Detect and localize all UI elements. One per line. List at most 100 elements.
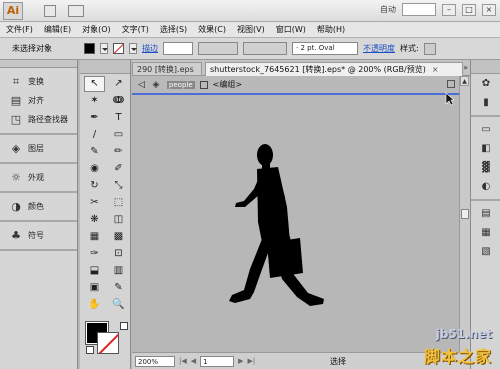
first-page-icon[interactable]: |◀ — [179, 357, 187, 365]
back-arrow-icon[interactable]: ◁ — [138, 80, 145, 90]
scissors-tool-icon[interactable]: ✂ — [84, 195, 105, 211]
artboards-icon[interactable]: ▦ — [471, 223, 500, 242]
magic-wand-tool-icon[interactable]: ✶ — [84, 93, 105, 109]
stroke-dropdown[interactable] — [129, 43, 137, 54]
isolation-exit-icon[interactable] — [447, 80, 455, 88]
stroke-link[interactable]: 描边 — [142, 43, 158, 54]
stroke-weight-field[interactable] — [163, 42, 193, 55]
perspective-tool-icon[interactable]: ⊡ — [108, 246, 129, 262]
eraser-tool-icon[interactable]: ✐ — [108, 161, 129, 177]
opacity-link[interactable]: 不透明度 — [363, 43, 395, 54]
direct-selection-tool-icon[interactable]: ↗ — [108, 76, 129, 92]
graph-tool-icon[interactable]: ▦ — [84, 229, 105, 245]
transparency-icon[interactable]: ◧ — [471, 139, 500, 158]
variable-width-profile[interactable] — [198, 42, 238, 55]
eyedropper-tool-icon[interactable]: ⬓ — [84, 263, 105, 279]
menu-object[interactable]: 对象(O) — [82, 24, 111, 35]
menu-help[interactable]: 帮助(H) — [317, 24, 345, 35]
arrange-documents-icon[interactable] — [68, 5, 84, 17]
panel-layers[interactable]: ◈ 图层 — [0, 139, 77, 158]
last-page-icon[interactable]: ▶| — [248, 357, 256, 365]
zoom-field[interactable]: 200% — [135, 355, 175, 367]
mesh-tool-icon[interactable]: ▩ — [108, 229, 129, 245]
shape-builder-tool-icon[interactable]: ◫ — [108, 212, 129, 228]
workspace-switcher[interactable]: 自动 — [380, 4, 396, 15]
stroke-color-box[interactable] — [97, 332, 119, 354]
rectangle-tool-icon[interactable]: ▭ — [108, 127, 129, 143]
slice-tool-icon[interactable]: ✎ — [108, 280, 129, 296]
maximize-button[interactable]: □ — [462, 3, 476, 16]
menu-type[interactable]: 文字(T) — [122, 24, 149, 35]
free-transform-tool-icon[interactable]: ⬚ — [108, 195, 129, 211]
help-search-input[interactable] — [402, 3, 436, 16]
next-page-icon[interactable]: ▶ — [238, 357, 243, 365]
walking-businessman-silhouette[interactable] — [132, 97, 459, 352]
default-colors-icon[interactable] — [86, 346, 94, 354]
line-segment-tool-icon[interactable]: / — [84, 127, 105, 143]
color-guide-icon[interactable]: ◐ — [471, 177, 500, 196]
panel-collapse-bar[interactable] — [0, 60, 77, 68]
scroll-thumb[interactable] — [461, 209, 469, 219]
zoom-tool-icon[interactable]: 🔍 — [108, 297, 129, 313]
menu-effect[interactable]: 效果(C) — [198, 24, 226, 35]
menu-window[interactable]: 窗口(W) — [276, 24, 306, 35]
vertical-scrollbar[interactable]: ▲ — [459, 76, 470, 352]
menu-bar: 文件(F) 编辑(E) 对象(O) 文字(T) 选择(S) 效果(C) 视图(V… — [0, 22, 500, 38]
fill-swatch[interactable] — [84, 43, 95, 54]
tab-doc-shutterstock[interactable]: shutterstock_7645621 [转换].eps* @ 200% (R… — [205, 62, 463, 76]
close-button[interactable]: × — [482, 3, 496, 16]
blend-tool-icon[interactable]: ▥ — [108, 263, 129, 279]
swap-colors-icon[interactable] — [120, 322, 128, 330]
paintbrush-tool-icon[interactable]: ✎ — [84, 144, 105, 160]
panel-color[interactable]: ◑ 颜色 — [0, 197, 77, 216]
gradient-icon[interactable]: ▓ — [471, 158, 500, 177]
isolation-layer-name[interactable]: people — [166, 80, 195, 89]
tabs-overflow-icon[interactable]: » — [463, 63, 468, 72]
hand-tool-icon[interactable]: ✋ — [84, 297, 105, 313]
stroke-panel-icon[interactable]: ▭ — [471, 120, 500, 139]
pen-tool-icon[interactable]: ✒ — [84, 110, 105, 126]
close-tab-icon[interactable]: × — [432, 65, 439, 74]
stroke-swatch[interactable] — [113, 43, 124, 54]
blob-brush-tool-icon[interactable]: ◉ — [84, 161, 105, 177]
pencil-tool-icon[interactable]: ✏ — [108, 144, 129, 160]
panel-align[interactable]: ▤ 对齐 — [0, 91, 77, 110]
fill-dropdown[interactable] — [100, 43, 108, 54]
isolation-group-name[interactable]: <编组> — [213, 79, 242, 90]
rotate-tool-icon[interactable]: ↻ — [84, 178, 105, 194]
menu-view[interactable]: 视图(V) — [237, 24, 265, 35]
tab-doc-290[interactable]: 290 [转换].eps — [132, 62, 202, 76]
docked-panels-right: ✿ ▮ ▭ ◧ ▓ ◐ ▤ ▦ ▧ — [470, 60, 500, 369]
minimize-button[interactable]: – — [442, 3, 456, 16]
symbol-sprayer-tool-icon[interactable]: ❋ — [84, 212, 105, 228]
panel-symbols[interactable]: ♣ 符号 — [0, 226, 77, 245]
menu-edit[interactable]: 编辑(E) — [44, 24, 71, 35]
menu-select[interactable]: 选择(S) — [160, 24, 187, 35]
prev-page-icon[interactable]: ◀ — [191, 357, 196, 365]
swatches-icon[interactable]: ▮ — [471, 93, 500, 112]
links-icon[interactable]: ▧ — [471, 242, 500, 261]
right-panel-header[interactable] — [471, 60, 500, 74]
color-icon: ◑ — [11, 199, 21, 213]
panel-pathfinder[interactable]: ◳ 路径查找器 — [0, 110, 77, 129]
lasso-tool-icon[interactable]: ↈ — [108, 93, 129, 109]
gradient-tool-icon[interactable]: ✑ — [84, 246, 105, 262]
page-field[interactable]: 1 — [200, 355, 235, 367]
stroke-profile-field[interactable]: · 2 pt. Oval — [292, 42, 358, 55]
artboard-tool-icon[interactable]: ▣ — [84, 280, 105, 296]
scroll-up-icon[interactable]: ▲ — [460, 76, 469, 86]
tools-panel-header[interactable] — [80, 60, 130, 74]
selection-tool-icon[interactable]: ↖ — [84, 76, 105, 92]
type-tool-icon[interactable]: T — [108, 110, 129, 126]
menu-file[interactable]: 文件(F) — [6, 24, 33, 35]
bridge-icon[interactable] — [44, 5, 56, 17]
brushes-icon[interactable]: ✿ — [471, 74, 500, 93]
panel-transform[interactable]: ⌗ 变换 — [0, 72, 77, 91]
graphic-style-icon[interactable] — [423, 42, 436, 55]
panel-appearance[interactable]: ☼ 外观 — [0, 168, 77, 187]
artboard-canvas[interactable] — [132, 97, 459, 352]
scale-tool-icon[interactable]: ⤡ — [108, 178, 129, 194]
graphic-styles-icon[interactable]: ▤ — [471, 204, 500, 223]
brush-definition[interactable] — [243, 42, 287, 55]
style-label: 样式: — [400, 44, 419, 53]
